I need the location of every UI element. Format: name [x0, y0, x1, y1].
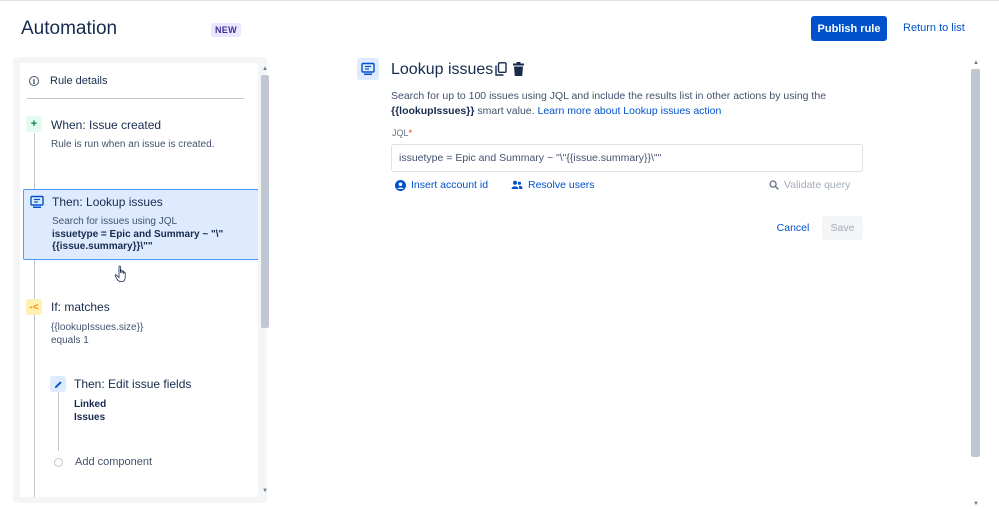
- trigger-title: When: Issue created: [51, 118, 162, 132]
- condition-title: If: matches: [51, 300, 110, 314]
- add-dot-icon: [54, 457, 63, 467]
- insert-account-id-label: Insert account id: [411, 179, 489, 191]
- resolve-users-label: Resolve users: [528, 179, 595, 191]
- smart-value-suffix: smart value.: [474, 105, 538, 117]
- search-icon: [769, 180, 779, 190]
- learn-more-link[interactable]: Learn more about Lookup issues action: [537, 105, 721, 117]
- pencil-icon: [50, 376, 66, 392]
- jql-input[interactable]: [391, 144, 863, 172]
- add-component-label: Add component: [75, 456, 153, 468]
- page-title: Automation: [21, 18, 118, 39]
- sidebar-scrollbar[interactable]: ▲ ▼: [260, 63, 270, 497]
- validate-query-label: Validate query: [784, 179, 851, 191]
- lookup-query: issuetype = Epic and Summary ~ "\"{{issu…: [52, 229, 224, 252]
- publish-rule-button[interactable]: Publish rule: [811, 16, 887, 41]
- insert-account-id-link[interactable]: Insert account id: [395, 179, 488, 191]
- lookup-title: Then: Lookup issues: [52, 195, 163, 209]
- rule-components-list: i Rule details + When: Issue created Rul…: [20, 63, 258, 497]
- edit-title: Then: Edit issue fields: [74, 377, 192, 391]
- required-marker: *: [408, 128, 413, 138]
- action-description-continued: {{lookupIssues}} smart value. Learn more…: [391, 105, 721, 117]
- scroll-down-icon[interactable]: ▼: [973, 501, 979, 507]
- users-icon: [511, 180, 523, 189]
- edit-detail: Linked Issues: [74, 399, 107, 423]
- return-to-list-link[interactable]: Return to list: [903, 22, 965, 34]
- rule-details-item[interactable]: i Rule details: [20, 63, 258, 99]
- smart-value-text: {{lookupIssues}}: [391, 105, 475, 117]
- top-border: [0, 0, 999, 1]
- cancel-button[interactable]: Cancel: [772, 216, 814, 240]
- plus-icon: +: [26, 116, 42, 132]
- info-icon: i: [29, 76, 39, 86]
- copy-icon[interactable]: [495, 62, 507, 76]
- user-circle-icon: [395, 179, 406, 191]
- trigger-description: Rule is run when an issue is created.: [51, 139, 215, 150]
- lookup-issues-component[interactable]: Then: Lookup issues Search for issues us…: [23, 189, 258, 260]
- condition-description: {{lookupIssues.size}} equals 1: [51, 322, 144, 346]
- validate-query-link[interactable]: Validate query: [769, 179, 850, 191]
- action-title: Lookup issues: [391, 61, 494, 78]
- rule-sidebar: i Rule details + When: Issue created Rul…: [13, 57, 270, 503]
- hand-cursor-icon: [114, 265, 126, 282]
- main-scroll-thumb[interactable]: [971, 69, 980, 457]
- scroll-up-icon[interactable]: ▲: [973, 60, 979, 66]
- sidebar-scroll-thumb[interactable]: [261, 75, 269, 328]
- monitor-search-icon: [30, 195, 44, 208]
- trash-icon[interactable]: [513, 62, 524, 76]
- rule-details-label: Rule details: [50, 75, 108, 87]
- add-component-button[interactable]: Add component: [54, 455, 204, 469]
- action-description: Search for up to 100 issues using JQL an…: [391, 90, 827, 102]
- new-badge: NEW: [211, 23, 241, 37]
- save-button[interactable]: Save: [822, 216, 863, 240]
- jql-label: JQL*: [392, 128, 412, 138]
- monitor-search-icon: [357, 58, 379, 80]
- branch-icon: -<: [26, 299, 42, 315]
- scroll-down-icon[interactable]: ▼: [262, 488, 268, 494]
- divider: [27, 98, 244, 99]
- scroll-up-icon[interactable]: ▲: [262, 66, 268, 72]
- lookup-description: Search for issues using JQL: [52, 216, 178, 227]
- timeline-line: [34, 133, 35, 497]
- main-scrollbar[interactable]: ▲ ▼: [970, 57, 982, 509]
- jql-label-text: JQL: [392, 128, 409, 138]
- resolve-users-link[interactable]: Resolve users: [511, 179, 595, 191]
